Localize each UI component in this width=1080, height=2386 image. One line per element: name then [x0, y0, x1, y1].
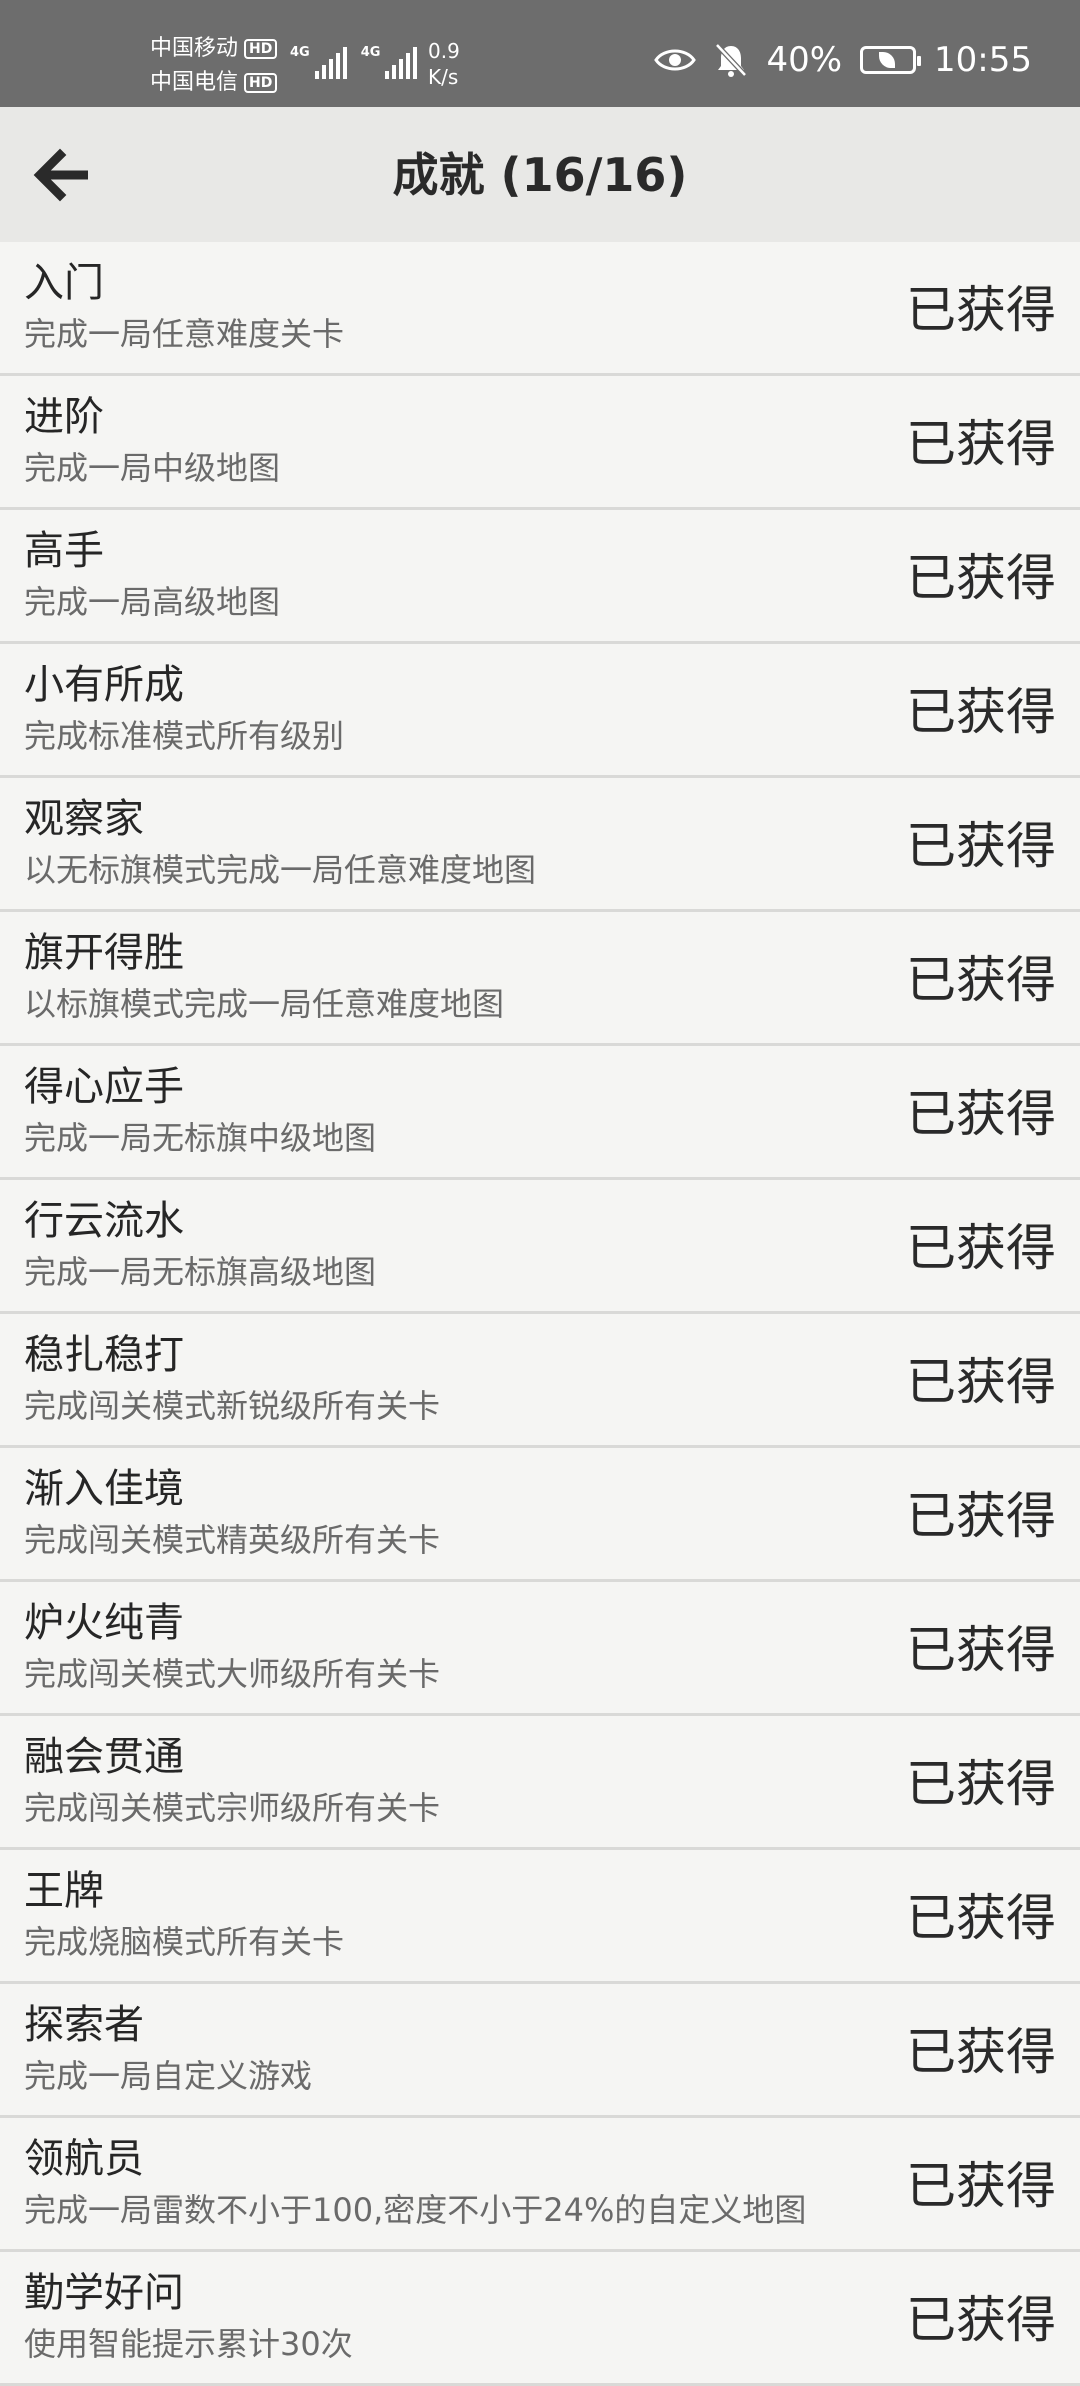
eye-icon — [654, 49, 697, 71]
achievement-item[interactable]: 行云流水 完成一局无标旗高级地图 已获得 — [0, 1180, 1080, 1314]
achievement-title: 勤学好问 — [24, 2270, 184, 2316]
achievement-description: 完成一局中级地图 — [24, 449, 281, 487]
achievement-status: 已获得 — [906, 1755, 1056, 1813]
bell-muted-icon — [715, 43, 748, 77]
achievement-title: 探索者 — [24, 2002, 144, 2048]
achievement-item[interactable]: 进阶 完成一局中级地图 已获得 — [0, 376, 1080, 510]
carrier-info: 中国移动 HD 中国电信 HD — [150, 32, 278, 100]
signal-strength-icon: 4G — [361, 45, 418, 79]
carrier-2-name: 中国电信 — [150, 70, 239, 95]
achievement-title: 融会贯通 — [24, 1734, 184, 1780]
achievement-item[interactable]: 高手 完成一局高级地图 已获得 — [0, 510, 1080, 644]
signal-strength-icon: 4G — [290, 45, 347, 79]
achievement-description: 使用智能提示累计30次 — [24, 2325, 353, 2363]
achievement-status: 已获得 — [906, 1621, 1056, 1679]
achievement-item[interactable]: 王牌 完成烧脑模式所有关卡 已获得 — [0, 1850, 1080, 1984]
achievement-title: 王牌 — [24, 1868, 104, 1914]
achievement-status: 已获得 — [906, 1487, 1056, 1545]
battery-icon — [860, 46, 922, 74]
achievement-description: 完成闯关模式精英级所有关卡 — [24, 1521, 441, 1559]
achievement-status: 已获得 — [906, 2157, 1056, 2215]
achievement-title: 高手 — [24, 528, 104, 574]
achievement-status: 已获得 — [906, 281, 1056, 339]
achievement-status: 已获得 — [906, 1219, 1056, 1277]
achievement-description: 完成闯关模式大师级所有关卡 — [24, 1655, 441, 1693]
achievement-title: 领航员 — [24, 2136, 144, 2182]
achievement-description: 以无标旗模式完成一局任意难度地图 — [24, 851, 537, 889]
achievement-item[interactable]: 渐入佳境 完成闯关模式精英级所有关卡 已获得 — [0, 1448, 1080, 1582]
achievement-list: 入门 完成一局任意难度关卡 已获得 进阶 完成一局中级地图 已获得 高手 完成一… — [0, 242, 1080, 2386]
achievement-status: 已获得 — [906, 1085, 1056, 1143]
achievement-item[interactable]: 入门 完成一局任意难度关卡 已获得 — [0, 242, 1080, 376]
achievement-title: 渐入佳境 — [24, 1466, 184, 1512]
achievement-title: 小有所成 — [24, 662, 184, 708]
achievement-description: 完成烧脑模式所有关卡 — [24, 1923, 345, 1961]
achievement-description: 以标旗模式完成一局任意难度地图 — [24, 985, 505, 1023]
achievement-status: 已获得 — [906, 549, 1056, 607]
achievement-item[interactable]: 炉火纯青 完成闯关模式大师级所有关卡 已获得 — [0, 1582, 1080, 1716]
network-speed: 0.9 K/s — [428, 38, 460, 90]
achievement-item[interactable]: 得心应手 完成一局无标旗中级地图 已获得 — [0, 1046, 1080, 1180]
achievement-item[interactable]: 观察家 以无标旗模式完成一局任意难度地图 已获得 — [0, 778, 1080, 912]
status-bar: 中国移动 HD 中国电信 HD 4G 4G 0.9 K/s 40% 10:55 — [0, 0, 1080, 107]
achievement-status: 已获得 — [906, 817, 1056, 875]
battery-percent: 40% — [766, 40, 843, 80]
network-type-2: 4G — [360, 45, 381, 60]
network-speed-value: 0.9 — [428, 39, 460, 63]
achievement-title: 行云流水 — [24, 1198, 184, 1244]
achievement-status: 已获得 — [906, 2291, 1056, 2349]
achievement-item[interactable]: 勤学好问 使用智能提示累计30次 已获得 — [0, 2252, 1080, 2386]
achievement-item[interactable]: 探索者 完成一局自定义游戏 已获得 — [0, 1984, 1080, 2118]
achievement-item[interactable]: 小有所成 完成标准模式所有级别 已获得 — [0, 644, 1080, 778]
achievement-description: 完成闯关模式新锐级所有关卡 — [24, 1387, 441, 1425]
carrier-1-name: 中国移动 — [150, 36, 239, 61]
network-type-1: 4G — [290, 45, 310, 60]
achievement-description: 完成标准模式所有级别 — [24, 717, 345, 755]
status-right: 40% 10:55 — [654, 40, 1032, 80]
signal-indicators: 4G 4G — [290, 45, 418, 79]
achievement-item[interactable]: 旗开得胜 以标旗模式完成一局任意难度地图 已获得 — [0, 912, 1080, 1046]
achievement-title: 旗开得胜 — [24, 930, 184, 976]
achievement-item[interactable]: 稳扎稳打 完成闯关模式新锐级所有关卡 已获得 — [0, 1314, 1080, 1448]
achievement-status: 已获得 — [906, 1889, 1056, 1947]
achievement-description: 完成一局任意难度关卡 — [24, 315, 345, 353]
achievement-description: 完成闯关模式宗师级所有关卡 — [24, 1789, 441, 1827]
hd-badge: HD — [244, 73, 278, 93]
achievement-status: 已获得 — [906, 951, 1056, 1009]
clock-time: 10:55 — [934, 40, 1032, 80]
achievement-status: 已获得 — [906, 683, 1056, 741]
achievement-status: 已获得 — [906, 2023, 1056, 2081]
achievement-title: 得心应手 — [24, 1064, 184, 1110]
app-header: 成就 (16/16) — [0, 107, 1080, 242]
achievement-title: 入门 — [24, 260, 104, 306]
achievement-description: 完成一局无标旗高级地图 — [24, 1253, 377, 1291]
achievement-description: 完成一局无标旗中级地图 — [24, 1119, 377, 1157]
page-title: 成就 (16/16) — [392, 148, 688, 202]
carrier-line-1: 中国移动 HD — [150, 32, 278, 66]
hd-badge: HD — [244, 39, 278, 59]
achievement-description: 完成一局高级地图 — [24, 583, 281, 621]
carrier-line-2: 中国电信 HD — [150, 66, 278, 100]
achievement-title: 进阶 — [24, 394, 104, 440]
achievement-title: 炉火纯青 — [24, 1600, 184, 1646]
achievement-title: 观察家 — [24, 796, 144, 842]
network-speed-unit: K/s — [428, 65, 459, 89]
achievement-status: 已获得 — [906, 415, 1056, 473]
achievement-item[interactable]: 领航员 完成一局雷数不小于100,密度不小于24%的自定义地图 已获得 — [0, 2118, 1080, 2252]
achievement-status: 已获得 — [906, 1353, 1056, 1411]
achievement-description: 完成一局雷数不小于100,密度不小于24%的自定义地图 — [24, 2191, 807, 2229]
achievement-description: 完成一局自定义游戏 — [24, 2057, 313, 2095]
achievement-title: 稳扎稳打 — [24, 1332, 184, 1378]
achievement-item[interactable]: 融会贯通 完成闯关模式宗师级所有关卡 已获得 — [0, 1716, 1080, 1850]
